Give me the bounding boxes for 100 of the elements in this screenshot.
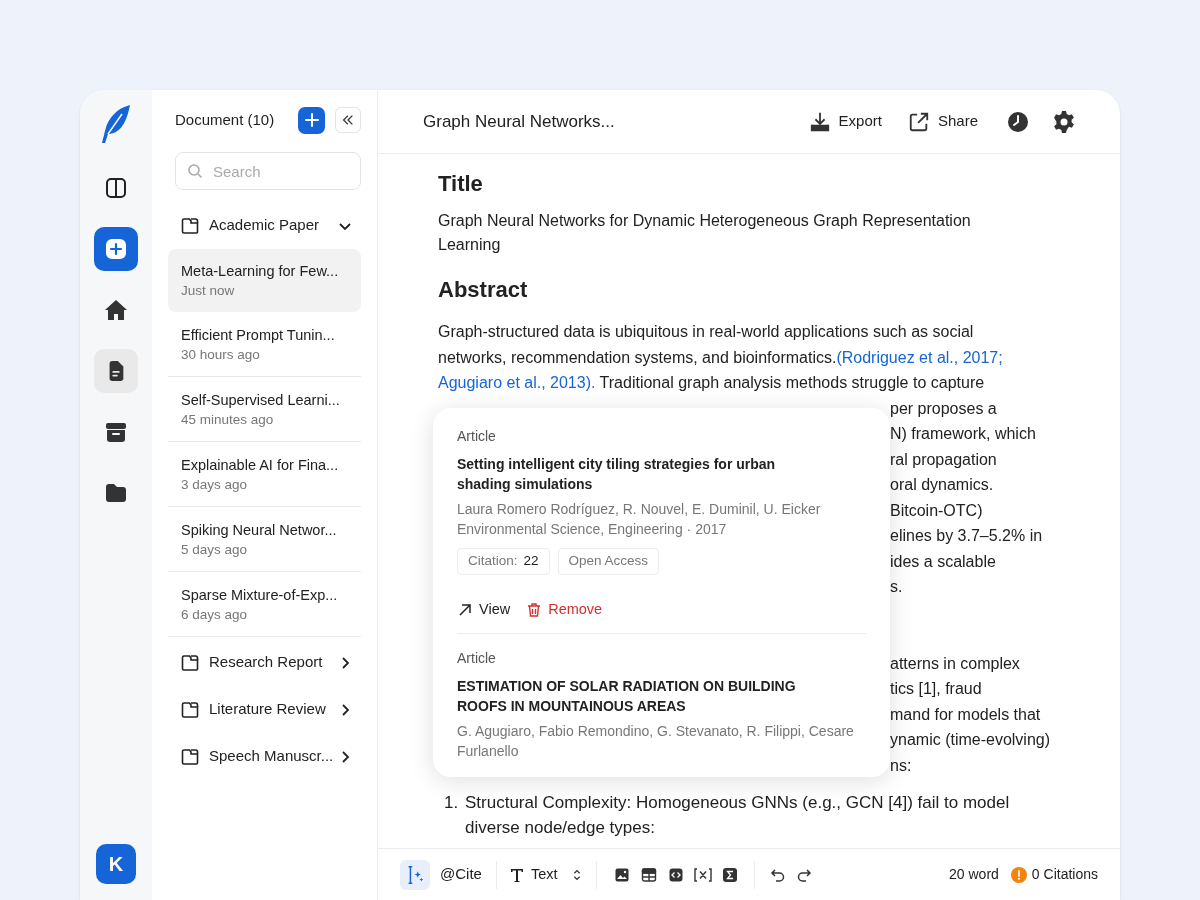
document-item[interactable]: Meta-Learning for Few... Just now (168, 249, 361, 312)
share-icon (907, 110, 930, 133)
folder-icon (180, 746, 200, 767)
panel-title: Document (10) (175, 109, 276, 130)
body-text: ynamic (time-evolving) (890, 731, 1051, 748)
body-text: ides a scalable (890, 552, 996, 570)
open-access-badge: Open Access (557, 548, 660, 575)
folder-item[interactable]: Literature Review (168, 686, 361, 733)
document-item[interactable]: Spiking Neural Networ... 5 days ago (168, 509, 361, 572)
bracket-x-icon (692, 866, 713, 883)
folder-icon (180, 215, 200, 236)
trash-icon (526, 601, 543, 618)
folder-item[interactable]: Speech Manuscr... (168, 733, 361, 780)
share-button[interactable]: Share (907, 110, 978, 133)
remove-button[interactable]: Remove (526, 599, 603, 621)
image-icon (613, 866, 630, 883)
folder-icon (104, 481, 128, 505)
document-title: Sparse Mixture-of-Exp... (181, 586, 339, 605)
badge-label: Citation: (468, 552, 518, 571)
body-text: oral dynamics. (890, 476, 994, 493)
folder-icon (180, 652, 200, 673)
folder-icon (180, 699, 200, 720)
folder-item[interactable]: Research Report (168, 639, 361, 686)
feather-logo-icon (100, 104, 132, 144)
document-item[interactable]: Efficient Prompt Tunin... 30 hours ago (168, 314, 361, 377)
archive-icon (104, 420, 128, 444)
add-button[interactable] (298, 106, 325, 134)
citation-authors: G. Agugiaro, Fabio Remondino, G. Stevanato, R. Filippi, Cesare Furlanello (457, 721, 855, 761)
citation-count: 0 Citations (1031, 865, 1098, 884)
body-text: mand for models that (890, 705, 1041, 723)
home-icon (104, 298, 128, 322)
citation-link[interactable]: Agugiaro et al., 2013). (438, 370, 596, 396)
body-text: ns: (890, 756, 912, 774)
citation-venue: Environmental Science, Engineering · 2017 (457, 520, 728, 539)
document-item[interactable]: Sparse Mixture-of-Exp... 6 days ago (168, 574, 361, 637)
double-chevron-icon (341, 113, 355, 127)
folder-item[interactable]: Academic Paper (168, 202, 361, 249)
body-text: atterns in complex (890, 654, 1020, 672)
document-title: Graph Neural Networks... (423, 110, 616, 133)
document-item[interactable]: Explainable AI for Fina... 3 days ago (168, 444, 361, 507)
document-time: Just now (181, 281, 236, 300)
document-button[interactable] (94, 349, 138, 393)
cite-button[interactable]: @Cite (440, 863, 482, 886)
body-text: s. (890, 578, 903, 595)
document-title: Meta-Learning for Few... (181, 261, 340, 281)
arrow-up-right-icon (457, 601, 473, 618)
user-avatar[interactable]: K (96, 844, 136, 884)
citation-title: Setting intelligent city tiling strategies for urban shading simulations (457, 455, 777, 494)
document-time: 3 days ago (181, 476, 249, 494)
document-item[interactable]: Self-Supervised Learni... 45 minutes ago (168, 379, 361, 442)
download-icon (808, 110, 831, 133)
clock-icon (1006, 109, 1030, 134)
cite-assist-button[interactable] (400, 859, 430, 890)
citation-link[interactable]: (Rodriguez et al., 2017; (836, 344, 1003, 370)
title-text: Graph Neural Networks for Dynamic Heterogeneous Graph Representation Learning (438, 211, 972, 255)
document-title: Self-Supervised Learni... (181, 391, 341, 410)
body-text: elines by 3.7–5.2% in (890, 527, 1043, 544)
body-text: Graph-structured data is ubiquitous in real-world applications such as social (438, 322, 974, 342)
word-count: 20 word (949, 865, 999, 884)
document-time: 6 days ago (181, 606, 249, 624)
body-text: tics [1], fraud (890, 680, 982, 697)
citation-type: Article (457, 427, 497, 446)
document-time: 30 hours ago (181, 346, 261, 364)
document-title: Spiking Neural Networ... (181, 521, 338, 540)
citation-type: Article (457, 648, 497, 668)
document-title: Efficient Prompt Tunin... (181, 326, 336, 345)
table-icon (640, 866, 657, 883)
section-heading: Abstract (438, 276, 529, 304)
plus-icon (303, 112, 320, 128)
citation-authors: Laura Romero Rodríguez, R. Nouvel, E. Duminil, U. Eicker (457, 500, 822, 519)
warning-icon (1010, 866, 1027, 883)
body-text: per proposes a (890, 399, 997, 417)
document-title: Explainable AI for Fina... (181, 456, 340, 475)
export-button[interactable]: Export (808, 110, 882, 133)
badge-value: 22 (523, 552, 539, 571)
settings-icon (1052, 109, 1076, 134)
body-text: networks, recommendation systems, and bioinformatics. (438, 347, 837, 368)
new-document-button[interactable] (94, 227, 138, 271)
text-style-dropdown[interactable]: Text (508, 863, 584, 886)
list-text: diverse node/edge types: (465, 817, 656, 839)
view-button[interactable]: View (457, 599, 511, 621)
body-text: Traditional graph analysis methods struggle to capture (598, 373, 985, 393)
document-time: 5 days ago (181, 541, 249, 559)
body-text: N) framework, which (890, 425, 1036, 442)
code-icon (667, 866, 684, 883)
redo-icon (795, 866, 812, 883)
search-field[interactable]: Search (175, 152, 361, 190)
collapse-button[interactable] (335, 107, 361, 133)
body-text: Bitcoin-OTC) (890, 501, 983, 519)
new-document-icon (104, 237, 128, 261)
list-number: 1. (443, 792, 460, 814)
undo-icon (769, 866, 786, 883)
text-icon (508, 866, 525, 883)
document-time: 45 minutes ago (181, 411, 275, 429)
list-text: Structural Complexity: Homogeneous GNNs (e.g., GCN [4]) fail to model (465, 792, 1010, 814)
section-heading: Title (438, 170, 484, 198)
body-text: ral propagation (890, 450, 997, 468)
search-icon (187, 163, 203, 179)
citation-title: ESTIMATION OF SOLAR RADIATION ON BUILDING ROOFS IN MOUNTAINOUS AREAS (457, 676, 797, 716)
sigma-icon (721, 866, 738, 883)
